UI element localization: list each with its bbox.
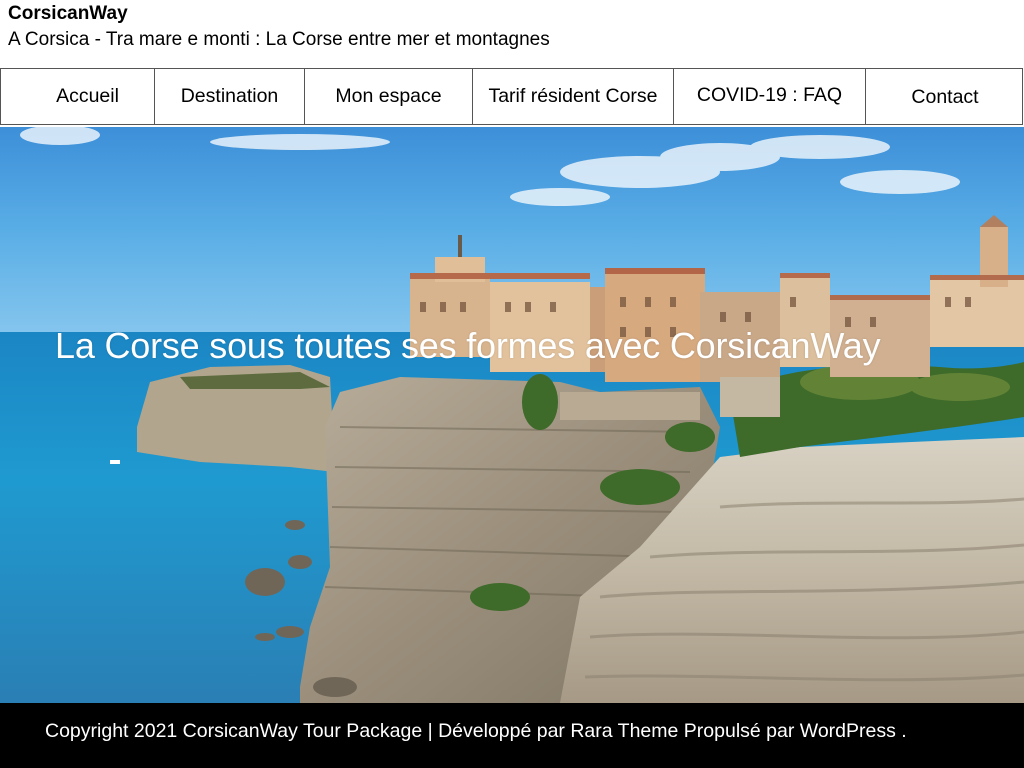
page: CorsicanWay A Corsica - Tra mare e monti… — [0, 0, 1024, 768]
site-footer: Copyright 2021 CorsicanWay Tour Package … — [0, 703, 1024, 768]
nav-item-mon-espace[interactable]: Mon espace — [304, 69, 472, 124]
hero-banner: La Corse sous toutes ses formes avec Cor… — [0, 127, 1024, 703]
hero-heading: La Corse sous toutes ses formes avec Cor… — [55, 325, 881, 366]
hero-image — [0, 127, 1024, 703]
nav-item-label: Accueil — [56, 85, 119, 107]
nav-item-covid-faq[interactable]: COVID-19 : FAQ — [673, 69, 865, 124]
nav-item-label: Contact — [911, 86, 979, 108]
nav-item-label: COVID-19 : FAQ — [696, 84, 843, 106]
nav-item-tarif-resident[interactable]: Tarif résident Corse — [472, 69, 673, 124]
nav-item-contact[interactable]: Contact — [865, 69, 1024, 124]
main-nav: Accueil Destination Mon espace Tarif rés… — [0, 68, 1023, 125]
site-header: CorsicanWay A Corsica - Tra mare e monti… — [0, 0, 1024, 68]
nav-item-destination[interactable]: Destination — [154, 69, 304, 124]
site-tagline: A Corsica - Tra mare e monti : La Corse … — [8, 29, 550, 50]
site-title[interactable]: CorsicanWay — [8, 3, 128, 25]
nav-item-label: Mon espace — [335, 85, 442, 107]
nav-item-label: Tarif résident Corse — [488, 85, 658, 107]
footer-copyright: Copyright 2021 CorsicanWay Tour Package … — [45, 720, 907, 742]
nav-item-label: Destination — [180, 85, 279, 107]
nav-item-accueil[interactable]: Accueil — [1, 69, 154, 124]
